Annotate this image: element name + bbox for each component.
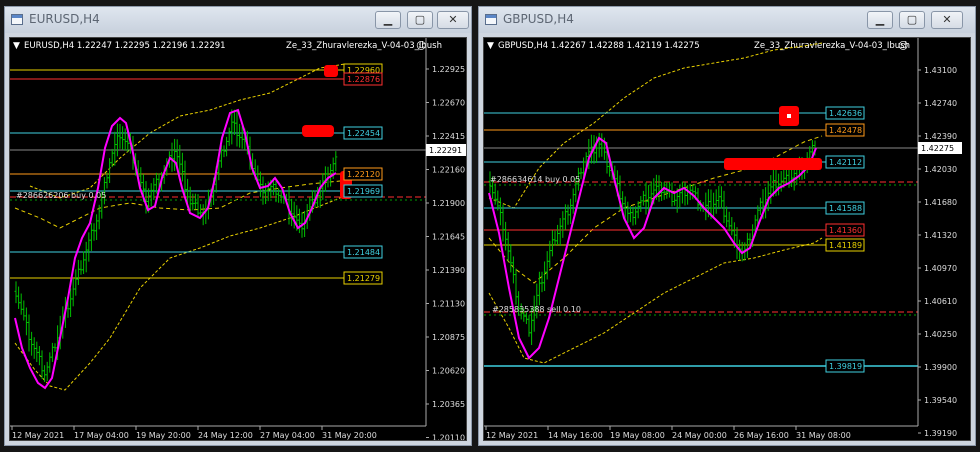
price-axis-label: 1.42390 bbox=[924, 132, 957, 141]
signal-marker bbox=[302, 125, 334, 137]
chart-canvas[interactable]: ▼ GBPUSD,H4 1.42267 1.42288 1.42119 1.42… bbox=[484, 38, 971, 441]
price-level-value: 1.21484 bbox=[347, 248, 380, 257]
time-axis-label: 31 May 20:00 bbox=[322, 431, 377, 440]
price-level-value: 1.41588 bbox=[829, 204, 862, 213]
price-axis-label: 1.40610 bbox=[924, 297, 957, 306]
time-axis: 12 May 2021 17 May 04:00 19 May 20:00 24 Ma… bbox=[11, 426, 377, 440]
upper-envelope-line bbox=[29, 63, 346, 199]
time-axis-label: 12 May 2021 bbox=[486, 431, 538, 440]
symbol-menu-icon[interactable]: ▼ bbox=[13, 41, 20, 51]
close-button[interactable]: ✕ bbox=[437, 11, 469, 29]
price-chart[interactable]: ▼ GBPUSD,H4 1.42267 1.42288 1.42119 1.42… bbox=[483, 37, 971, 441]
price-axis-label: 1.43100 bbox=[924, 66, 957, 75]
window-titlebar[interactable]: GBPUSD,H4 ▁ ▢ ✕ bbox=[479, 7, 975, 33]
price-axis-label: 1.22670 bbox=[432, 99, 465, 108]
window-title: GBPUSD,H4 bbox=[503, 12, 574, 26]
price-axis-label: 1.20875 bbox=[432, 333, 465, 342]
price-level-value: 1.22876 bbox=[347, 75, 380, 84]
minimize-button[interactable]: ▁ bbox=[375, 11, 401, 29]
price-axis-label: 1.22925 bbox=[432, 65, 465, 74]
window-titlebar[interactable]: EURUSD,H4 ▁ ▢ ✕ bbox=[5, 7, 471, 33]
price-level-value: 1.41189 bbox=[829, 241, 862, 250]
time-axis-label: 19 May 20:00 bbox=[136, 431, 191, 440]
price-level-value: 1.21969 bbox=[347, 187, 380, 196]
time-axis-label: 19 May 08:00 bbox=[610, 431, 665, 440]
price-axis-label: 1.40250 bbox=[924, 330, 957, 339]
time-axis: 12 May 2021 14 May 16:00 19 May 08:00 24 Ma… bbox=[485, 426, 851, 440]
minimize-button[interactable]: ▁ bbox=[867, 11, 893, 29]
smiley-icon: ☺ bbox=[898, 41, 908, 52]
order-label: #286626206 buy 0.05 bbox=[16, 191, 106, 200]
price-axis-label: 1.41320 bbox=[924, 231, 957, 240]
smiley-icon: ☺ bbox=[416, 41, 426, 52]
price-axis-label: 1.21645 bbox=[432, 233, 465, 242]
maximize-button[interactable]: ▢ bbox=[899, 11, 925, 29]
price-axis: 1.43100 1.42740 1.42390 1.42030 1.41680 1.413… bbox=[918, 66, 957, 438]
price-axis-label: 1.20110 bbox=[432, 434, 465, 442]
maximize-button[interactable]: ▢ bbox=[407, 11, 433, 29]
price-axis: 1.22925 1.22670 1.22415 1.22160 1.21900 1.216… bbox=[426, 65, 465, 442]
price-axis-label: 1.20365 bbox=[432, 400, 465, 409]
price-axis-label: 1.39900 bbox=[924, 363, 957, 372]
price-chart[interactable]: ▼ EURUSD,H4 1.22247 1.22295 1.22196 1.22… bbox=[9, 37, 467, 441]
price-axis-label: 1.22415 bbox=[432, 132, 465, 141]
signal-marker bbox=[724, 158, 822, 170]
price-level-value: 1.21279 bbox=[347, 274, 380, 283]
signal-marker-dot bbox=[787, 114, 791, 118]
oscillator-line bbox=[488, 136, 817, 360]
price-axis-label: 1.42740 bbox=[924, 99, 957, 108]
time-axis-label: 14 May 16:00 bbox=[548, 431, 603, 440]
current-price-label: 1.42275 bbox=[921, 144, 954, 153]
price-axis-label: 1.21390 bbox=[432, 266, 465, 275]
price-level-boxes: 1.42636 1.42478 1.42112 1.41588 1.41360 1.411… bbox=[825, 106, 865, 373]
symbol-info: EURUSD,H4 1.22247 1.22295 1.22196 1.2229… bbox=[24, 41, 226, 51]
chart-window-icon bbox=[11, 14, 23, 25]
close-button[interactable]: ✕ bbox=[931, 11, 963, 29]
symbol-info: GBPUSD,H4 1.42267 1.42288 1.42119 1.4227… bbox=[498, 41, 700, 51]
chart-window-icon bbox=[485, 14, 497, 25]
price-level-boxes: 1.229601.228761.224541.221201.219691.214… bbox=[343, 63, 383, 285]
price-level-value: 1.42636 bbox=[829, 109, 862, 118]
time-axis-label: 31 May 08:00 bbox=[796, 431, 851, 440]
price-axis-label: 1.39190 bbox=[924, 429, 957, 438]
price-level-value: 1.22454 bbox=[347, 129, 380, 138]
signal-marker bbox=[324, 65, 338, 77]
price-axis-label: 1.42030 bbox=[924, 165, 957, 174]
window-title: EURUSD,H4 bbox=[29, 12, 100, 26]
chart-canvas[interactable]: ▼ EURUSD,H4 1.22247 1.22295 1.22196 1.22… bbox=[10, 38, 467, 441]
price-axis-label: 1.21130 bbox=[432, 300, 465, 309]
price-axis-label: 1.40970 bbox=[924, 264, 957, 273]
price-axis-label: 1.22160 bbox=[432, 166, 465, 175]
price-level-value: 1.42112 bbox=[829, 158, 862, 167]
price-axis-label: 1.39540 bbox=[924, 396, 957, 405]
time-axis-label: 26 May 16:00 bbox=[734, 431, 789, 440]
order-label: #286634614 buy 0.05 bbox=[490, 175, 580, 184]
price-axis-label: 1.41680 bbox=[924, 198, 957, 207]
time-axis-label: 27 May 04:00 bbox=[260, 431, 315, 440]
price-level-value: 1.42478 bbox=[829, 126, 862, 135]
current-price-label: 1.22291 bbox=[429, 146, 462, 155]
time-axis-label: 12 May 2021 bbox=[12, 431, 64, 440]
time-axis-label: 24 May 12:00 bbox=[198, 431, 253, 440]
time-axis-label: 17 May 04:00 bbox=[74, 431, 129, 440]
symbol-menu-icon[interactable]: ▼ bbox=[487, 41, 494, 51]
price-axis-label: 1.20620 bbox=[432, 367, 465, 376]
gbpusd-chart-window[interactable]: GBPUSD,H4 ▁ ▢ ✕ ▼ GBPUSD,H4 1.42267 1.42… bbox=[478, 6, 976, 446]
price-level-value: 1.41360 bbox=[829, 226, 862, 235]
order-label: #285835388 sell 0.10 bbox=[492, 305, 581, 314]
price-level-value: 1.39819 bbox=[829, 362, 862, 371]
eurusd-chart-window[interactable]: EURUSD,H4 ▁ ▢ ✕ ▼ EURUSD,H4 1.22247 1.22… bbox=[4, 6, 472, 446]
time-axis-label: 24 May 00:00 bbox=[672, 431, 727, 440]
price-axis-label: 1.21900 bbox=[432, 199, 465, 208]
price-level-value: 1.22120 bbox=[347, 170, 380, 179]
